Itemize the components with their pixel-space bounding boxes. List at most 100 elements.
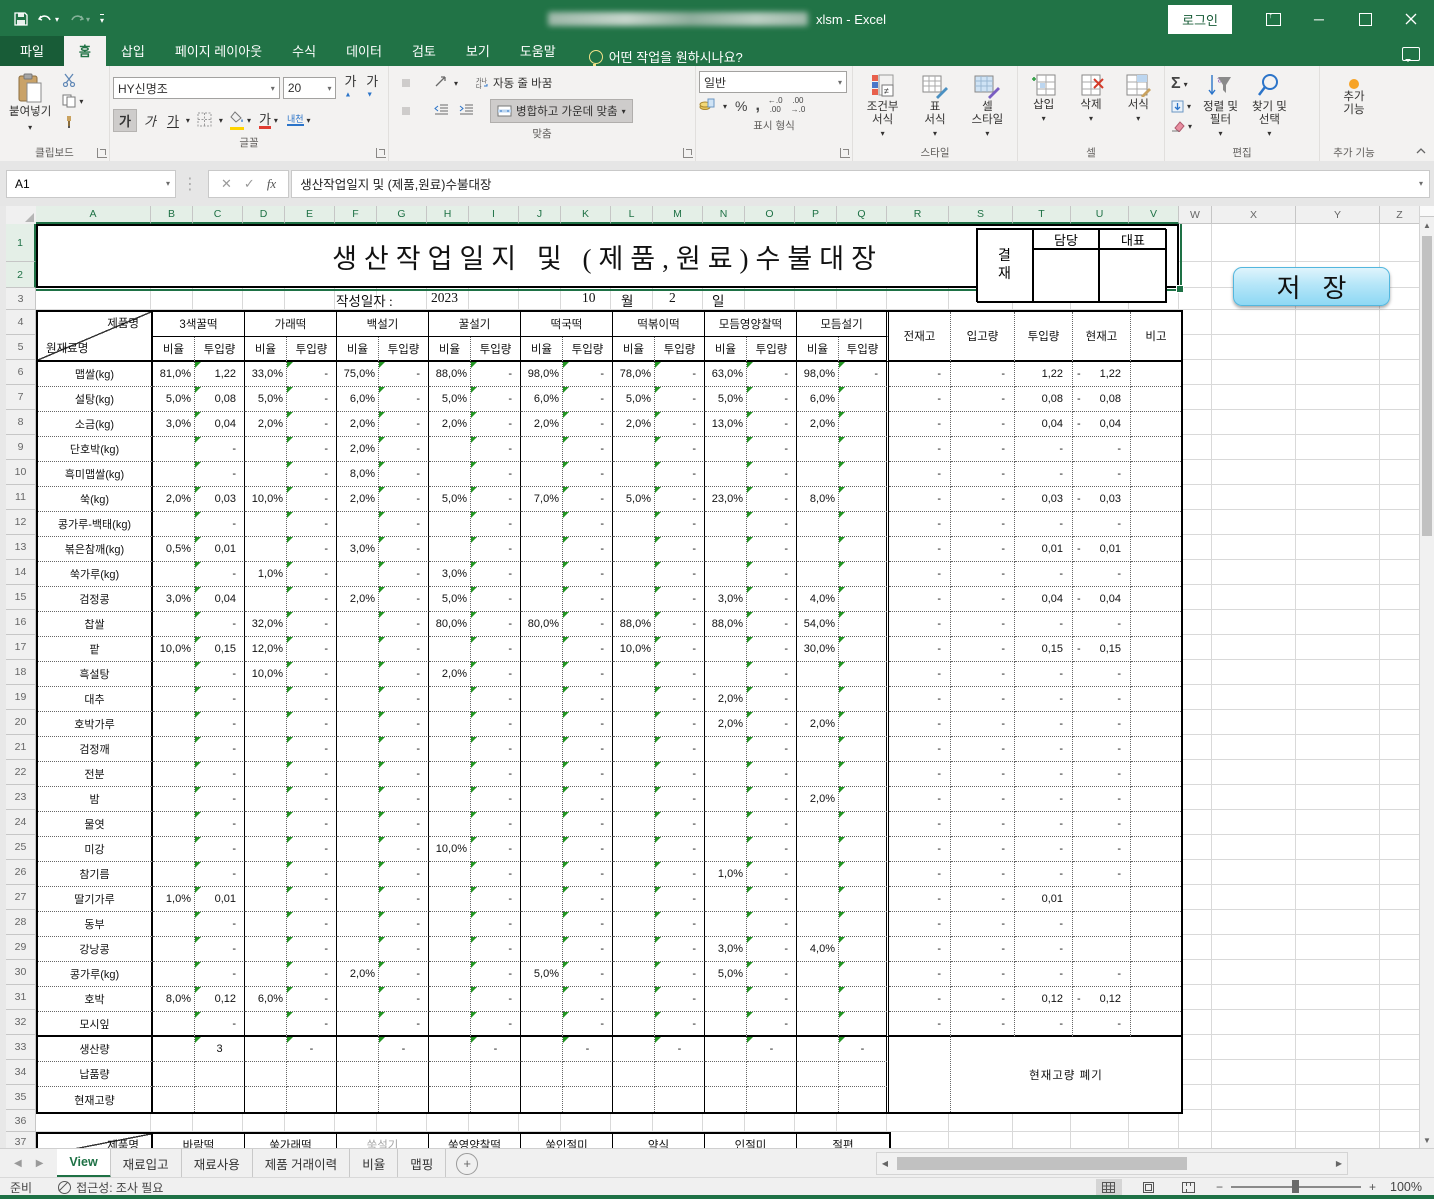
cell[interactable]: - [287,687,337,712]
column-header-L[interactable]: L [611,206,653,224]
cell[interactable]: - [747,612,797,637]
cell[interactable]: - [471,837,521,862]
cell[interactable] [797,1062,839,1087]
page-break-view-button[interactable] [1176,1179,1202,1195]
material-name[interactable]: 쑥가루(kg) [38,562,153,587]
cell[interactable]: - [563,662,613,687]
cell[interactable]: - [287,662,337,687]
cell[interactable] [705,562,747,587]
maximize-button[interactable] [1342,0,1388,38]
cell[interactable]: 5,0% [705,962,747,987]
summary-row-name[interactable]: 현재고량 [38,1087,153,1112]
material-name[interactable]: 물엿 [38,812,153,837]
cell[interactable]: 10,0% [245,487,287,512]
cell[interactable]: - [379,487,429,512]
scroll-down-icon[interactable]: ▼ [1420,1132,1434,1148]
font-dialog-launcher[interactable] [376,148,386,158]
cell[interactable]: 23,0% [705,487,747,512]
cell[interactable]: - [747,587,797,612]
cell[interactable] [245,762,287,787]
cell[interactable]: - [471,712,521,737]
vertical-scrollbar[interactable]: ▲ ▼ [1419,206,1434,1148]
cell[interactable]: 32,0% [245,612,287,637]
cell[interactable]: - [563,687,613,712]
cell[interactable] [1131,987,1181,1012]
cell[interactable]: - [379,962,429,987]
cell[interactable]: - [471,887,521,912]
cell[interactable]: - [563,862,613,887]
cell[interactable] [429,637,471,662]
row-header-11[interactable]: 11 [6,485,36,510]
cell[interactable]: - [563,887,613,912]
cell[interactable]: - [563,1037,613,1062]
cell[interactable] [839,837,889,862]
cell[interactable]: - [747,637,797,662]
cell[interactable]: - [287,512,337,537]
material-name[interactable]: 검정콩 [38,587,153,612]
cell[interactable]: 0,5% [153,537,195,562]
cell[interactable]: - [379,837,429,862]
cell[interactable]: - [471,987,521,1012]
cell[interactable] [153,462,195,487]
cell[interactable] [705,637,747,662]
cell[interactable]: 8,0% [797,487,839,512]
cell[interactable] [245,462,287,487]
cell[interactable]: 3,0% [705,587,747,612]
row-header-16[interactable]: 16 [6,610,36,635]
cell[interactable] [337,562,379,587]
cell[interactable]: - [747,537,797,562]
cell[interactable]: -1,22 [1073,362,1131,387]
cell[interactable]: - [1015,1012,1073,1037]
cell[interactable]: 0,01 [1015,537,1073,562]
cell[interactable]: - [563,462,613,487]
cell[interactable] [797,962,839,987]
cell[interactable] [337,1037,379,1062]
cell[interactable] [245,587,287,612]
cell[interactable] [153,1012,195,1037]
cell[interactable] [705,837,747,862]
cell[interactable] [705,887,747,912]
cell[interactable]: - [655,737,705,762]
cell[interactable] [613,987,655,1012]
sheet-tab-재료사용[interactable]: 재료사용 [182,1149,253,1178]
cell[interactable] [1131,737,1181,762]
row-header-15[interactable]: 15 [6,585,36,610]
cell[interactable]: - [195,687,245,712]
format-as-table-button[interactable]: 표 서식▾ [916,69,954,143]
cell[interactable] [521,462,563,487]
cell[interactable]: - [1073,962,1131,987]
cell[interactable]: - [287,737,337,762]
cell[interactable]: 0,03 [1015,487,1073,512]
cell[interactable] [655,1062,705,1087]
cell[interactable] [337,862,379,887]
cell[interactable] [839,487,889,512]
cell[interactable]: - [839,362,889,387]
cell[interactable]: - [563,1012,613,1037]
cell[interactable] [521,762,563,787]
column-header-Q[interactable]: Q [837,206,887,224]
cell[interactable] [245,1087,287,1112]
row-header-13[interactable]: 13 [6,535,36,560]
cell[interactable]: - [951,387,1015,412]
cell[interactable]: 0,01 [195,537,245,562]
sheet-tab-제품 거래이력[interactable]: 제품 거래이력 [253,1149,350,1178]
summary-row-name[interactable]: 생산량 [38,1037,153,1062]
cell[interactable] [797,862,839,887]
split-handle[interactable] [1420,206,1434,217]
row-header-26[interactable]: 26 [6,860,36,885]
cell[interactable] [705,1062,747,1087]
cell[interactable] [839,462,889,487]
cell[interactable]: 1,22 [1015,362,1073,387]
cell[interactable] [521,937,563,962]
column-header-D[interactable]: D [243,206,285,224]
page-layout-view-button[interactable] [1136,1179,1162,1195]
cell[interactable]: - [379,562,429,587]
cell[interactable]: 2,0% [705,712,747,737]
cell[interactable] [429,812,471,837]
cell[interactable] [337,612,379,637]
cell[interactable]: - [471,787,521,812]
name-box[interactable]: A1▾ [6,170,176,198]
cell[interactable] [245,537,287,562]
row-header-27[interactable]: 27 [6,885,36,910]
cell[interactable]: 10,0% [429,837,471,862]
